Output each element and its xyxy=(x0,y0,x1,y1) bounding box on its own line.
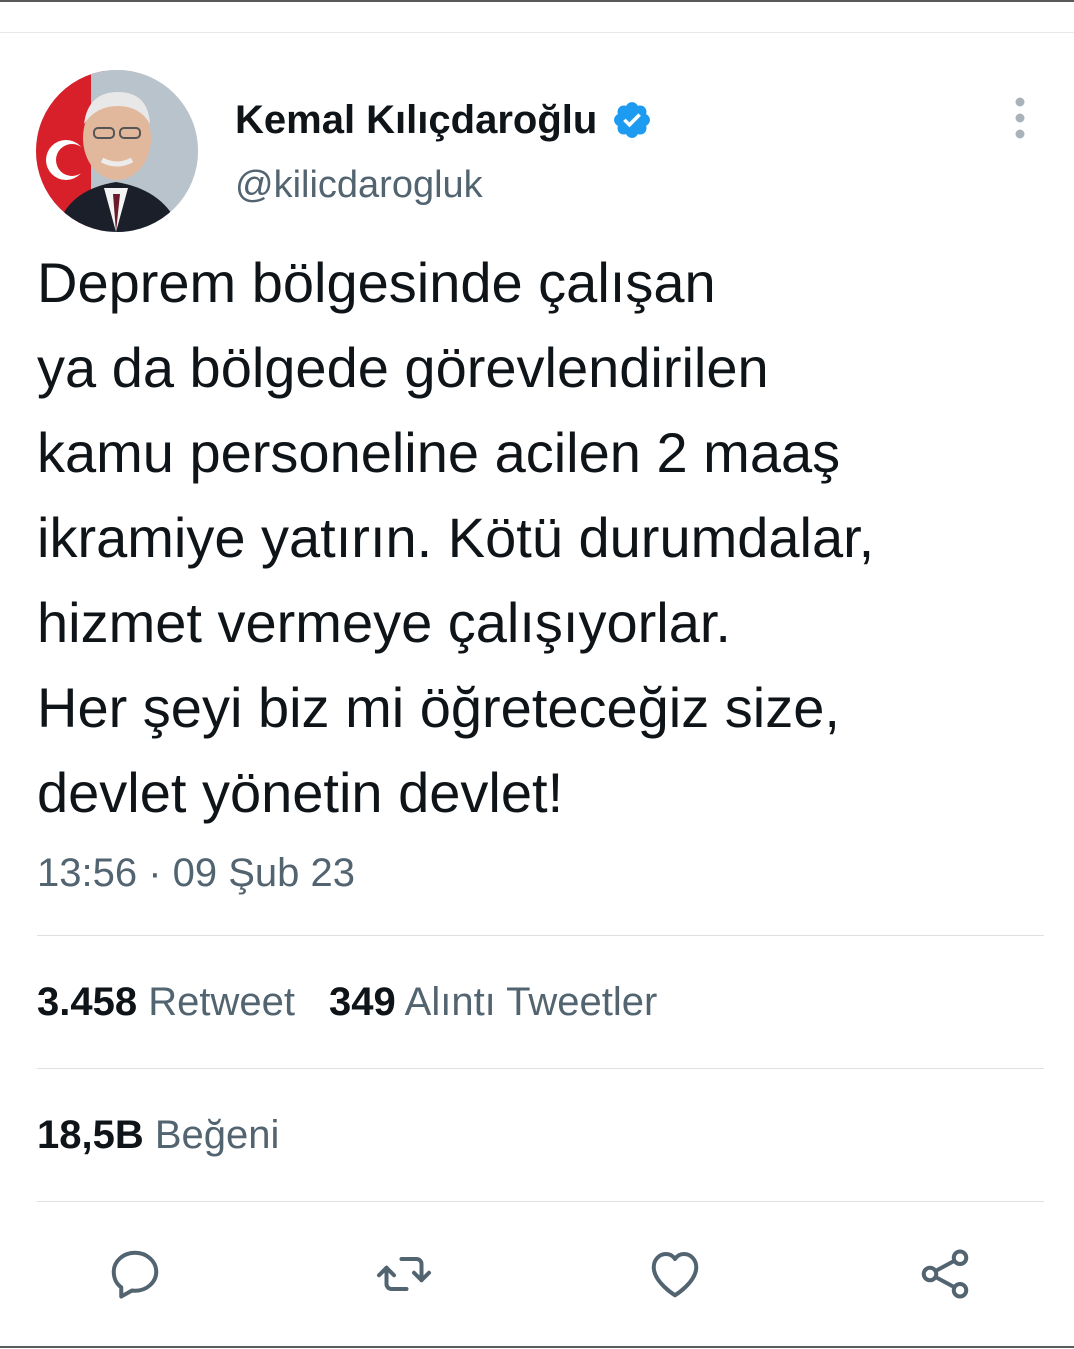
retweet-count: 3.458 xyxy=(37,980,138,1024)
tweet-text: Deprem bölgesinde çalışan ya da bölgede … xyxy=(37,240,1047,835)
header-divider xyxy=(0,32,1074,33)
avatar[interactable] xyxy=(36,70,198,232)
tweet-line: ya da bölgede görevlendirilen xyxy=(37,336,769,399)
tweet-line: Deprem bölgesinde çalışan xyxy=(37,251,716,314)
retweet-label: Retweet xyxy=(148,980,295,1024)
like-count: 18,5B xyxy=(37,1113,144,1157)
retweet-stats[interactable]: 3.458 Retweet 349 Alıntı Tweetler xyxy=(37,977,657,1027)
like-icon[interactable] xyxy=(645,1244,705,1304)
more-options-icon[interactable] xyxy=(1004,96,1036,140)
author-name[interactable]: Kemal Kılıçdaroğlu xyxy=(235,96,653,144)
tweet-line: kamu personeline acilen 2 maaş xyxy=(37,421,841,484)
retweet-icon[interactable] xyxy=(374,1244,434,1304)
tweet-line: hizmet vermeye çalışıyorlar. xyxy=(37,591,731,654)
tweet-line: devlet yönetin devlet! xyxy=(37,761,564,824)
tweet-line: Her şeyi biz mi öğreteceğiz size, xyxy=(37,676,840,739)
divider xyxy=(37,935,1044,936)
tweet-line: ikramiye yatırın. Kötü durumdalar, xyxy=(37,506,875,569)
quote-label: Alıntı Tweetler xyxy=(404,980,658,1024)
quote-count: 349 xyxy=(328,980,396,1024)
share-icon[interactable] xyxy=(915,1244,975,1304)
author-handle[interactable]: @kilicdarogluk xyxy=(235,162,483,208)
top-edge xyxy=(0,0,1074,2)
like-label: Beğeni xyxy=(154,1113,280,1157)
tweet-timestamp[interactable]: 13:56 · 09 Şub 23 xyxy=(37,848,355,898)
divider xyxy=(37,1201,1044,1202)
bottom-edge xyxy=(0,1346,1074,1348)
like-stats[interactable]: 18,5B Beğeni xyxy=(37,1110,279,1160)
verified-badge-icon xyxy=(611,99,653,141)
reply-icon[interactable] xyxy=(105,1244,165,1304)
divider xyxy=(37,1068,1044,1069)
author-name-text: Kemal Kılıçdaroğlu xyxy=(235,98,598,142)
